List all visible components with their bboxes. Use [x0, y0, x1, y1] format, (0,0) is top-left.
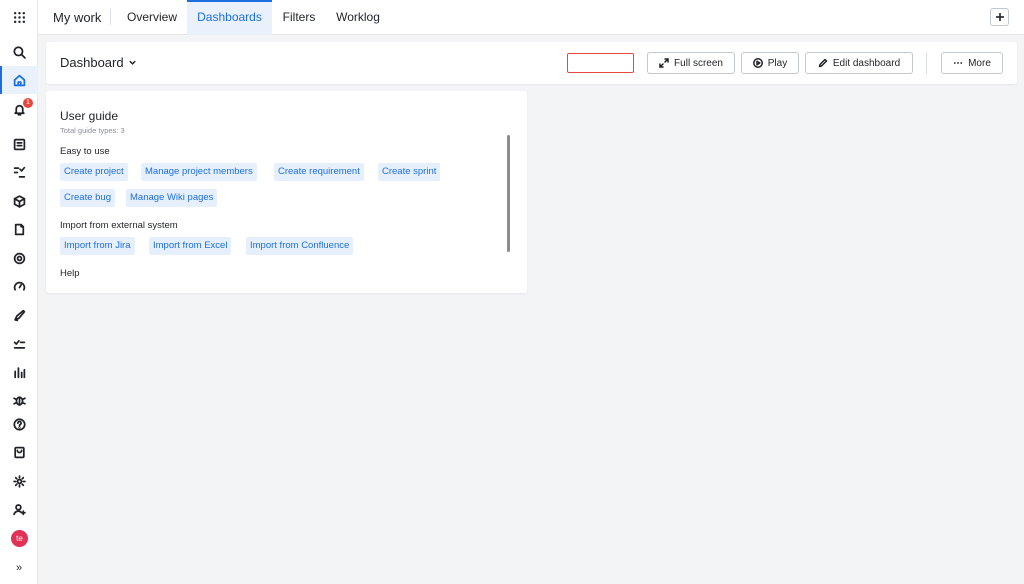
guide-subtitle: Total guide types: 3: [60, 126, 125, 135]
play-circle-icon: [752, 58, 763, 68]
ellipsis-icon: [953, 62, 963, 64]
guide-scrollbar[interactable]: [507, 135, 510, 252]
cube-icon[interactable]: [0, 187, 38, 215]
target-icon[interactable]: [0, 244, 38, 272]
guide-title: User guide: [60, 109, 119, 123]
chevron-down-icon: [128, 60, 136, 65]
help-icon[interactable]: [0, 410, 38, 438]
guide-chip-create-bug[interactable]: Create bug: [60, 189, 116, 207]
fullscreen-button[interactable]: Full screen: [647, 52, 735, 74]
guide-chip-import-excel[interactable]: Import from Excel: [149, 237, 232, 255]
add-tab-button[interactable]: [990, 8, 1009, 26]
apps-grid-icon[interactable]: [0, 3, 38, 31]
user-guide-card: User guide Total guide types: 3 Easy to …: [46, 91, 527, 293]
title-divider: [110, 9, 111, 25]
guide-chip-import-jira[interactable]: Import from Jira: [60, 237, 135, 255]
header-divider: [926, 52, 927, 74]
plus-icon: [995, 13, 1004, 21]
bar-chart-icon[interactable]: [0, 358, 38, 386]
home-icon[interactable]: [0, 66, 38, 94]
left-rail: 1 te »: [0, 0, 38, 584]
avatar[interactable]: te: [11, 530, 28, 547]
fullscreen-label: Full screen: [674, 57, 723, 69]
edit-dashboard-label: Edit dashboard: [832, 57, 901, 69]
tab-worklog[interactable]: Worklog: [328, 0, 388, 35]
guide-chip-manage-members[interactable]: Manage project members: [141, 163, 257, 181]
edit-dashboard-button[interactable]: Edit dashboard: [805, 52, 913, 74]
store-icon[interactable]: [0, 438, 38, 466]
tab-dashboards[interactable]: Dashboards: [187, 0, 272, 35]
expand-icon: [659, 58, 669, 68]
section-title-import: Import from external system: [60, 220, 178, 231]
user-add-icon[interactable]: [0, 495, 38, 523]
play-button[interactable]: Play: [741, 52, 799, 74]
expand-rail-icon[interactable]: »: [0, 554, 38, 582]
tab-filters[interactable]: Filters: [274, 0, 324, 35]
bell-icon[interactable]: [0, 95, 38, 123]
top-bar: My work Overview Dashboards Filters Work…: [38, 0, 1024, 35]
app-title: My work: [53, 10, 102, 25]
dashboard-header: Dashboard Full screen Play Edit dashboar…: [46, 42, 1017, 84]
more-button[interactable]: More: [941, 52, 1003, 74]
gauge-icon[interactable]: [0, 272, 38, 300]
guide-chip-create-project[interactable]: Create project: [60, 163, 128, 181]
search-icon[interactable]: [0, 38, 38, 66]
pencil-icon: [818, 58, 828, 68]
section-title-easy: Easy to use: [60, 146, 110, 157]
tab-overview[interactable]: Overview: [118, 0, 186, 35]
dashboard-title: Dashboard: [60, 55, 124, 70]
guide-chip-create-requirement[interactable]: Create requirement: [274, 163, 364, 181]
play-label: Play: [767, 57, 788, 69]
guide-chip-create-sprint[interactable]: Create sprint: [378, 163, 441, 181]
notification-badge: 1: [23, 98, 33, 108]
more-label: More: [968, 57, 991, 69]
dashboard-selector[interactable]: Dashboard: [60, 55, 137, 70]
task-check-icon[interactable]: [0, 329, 38, 357]
highlighted-empty-box[interactable]: [567, 53, 634, 73]
document-icon[interactable]: [0, 215, 38, 243]
guide-chip-import-confluence[interactable]: Import from Confluence: [246, 237, 354, 255]
section-title-help: Help: [60, 268, 80, 279]
book-icon[interactable]: [0, 130, 38, 158]
gear-icon[interactable]: [0, 467, 38, 495]
list-check-icon[interactable]: [0, 158, 38, 186]
rocket-icon[interactable]: [0, 301, 38, 329]
guide-chip-manage-wiki[interactable]: Manage Wiki pages: [126, 189, 218, 207]
